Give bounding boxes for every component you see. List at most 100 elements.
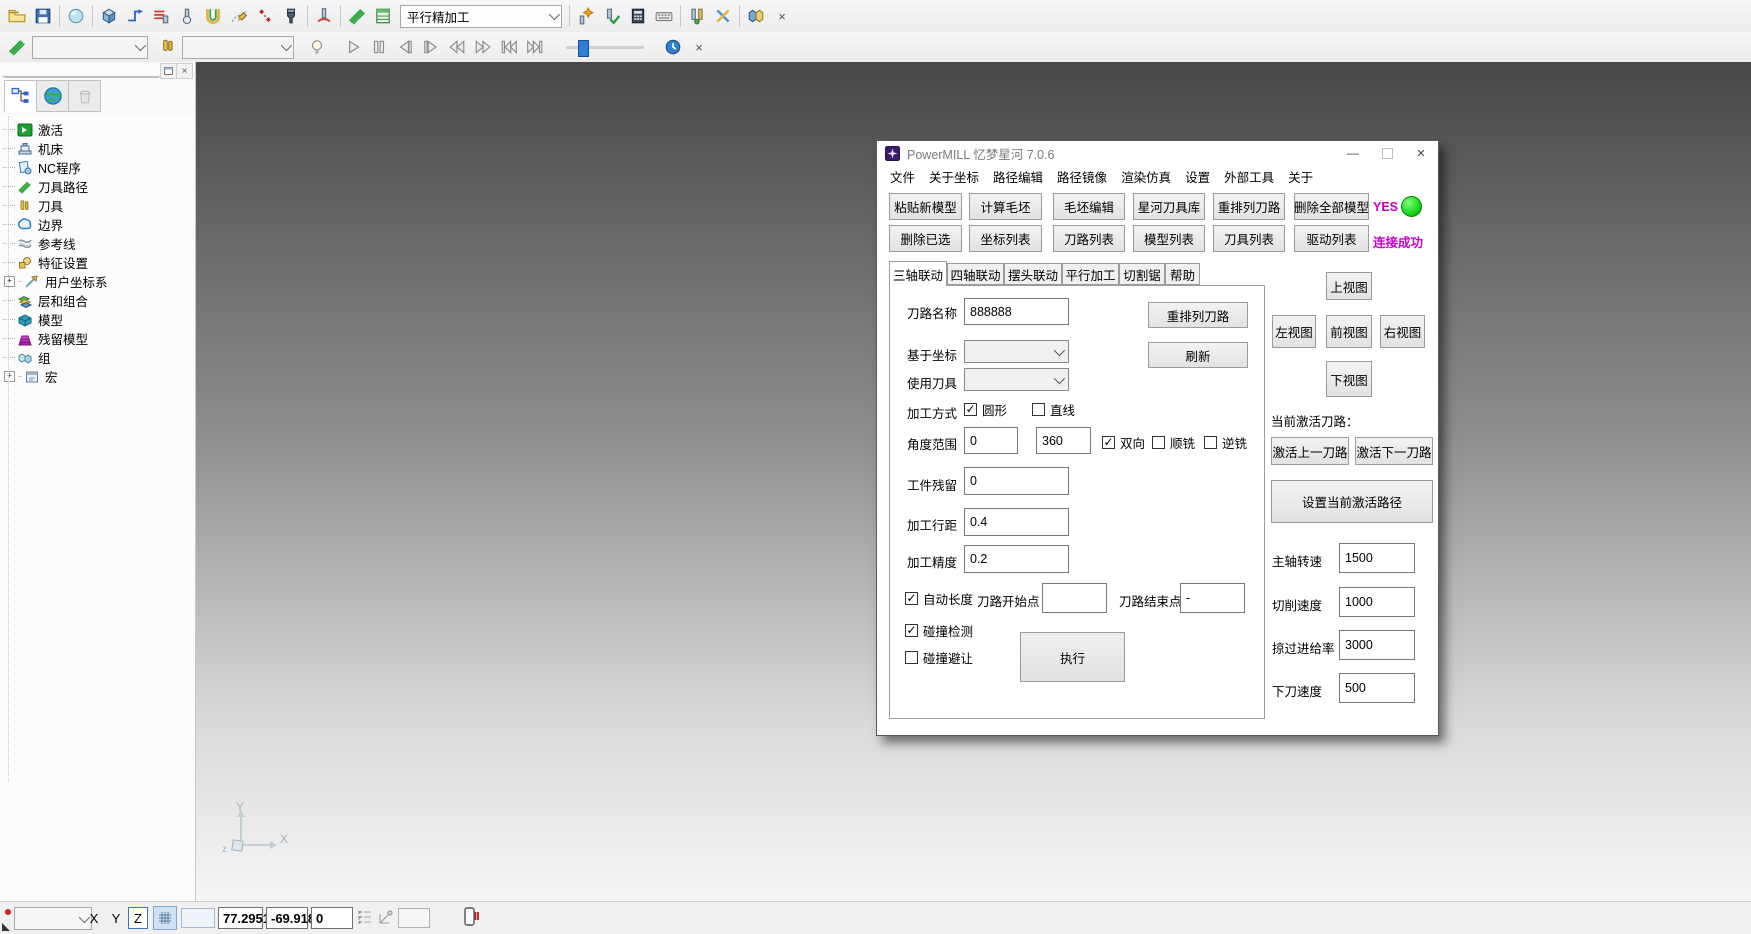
block-cube-icon[interactable] [96, 3, 122, 29]
menu-about-coords[interactable]: 关于坐标 [922, 167, 986, 186]
grid-size-field[interactable] [181, 908, 215, 928]
climb-mill-checkbox[interactable]: 顺铣 [1152, 433, 1195, 452]
tree-item-toolpaths[interactable]: 刀具路径 [0, 177, 195, 196]
tab-4axis[interactable]: 四轴联动 [947, 263, 1004, 285]
angle-to-input[interactable]: 360 [1036, 427, 1091, 454]
step-forward-icon[interactable] [418, 34, 444, 60]
view-front-button[interactable]: 前视图 [1326, 315, 1372, 348]
toolpath-spring-icon[interactable] [344, 3, 370, 29]
toolbar-close-icon[interactable]: × [686, 34, 712, 60]
drive-list-button[interactable]: 驱动列表 [1294, 225, 1369, 252]
step-back-icon[interactable] [392, 34, 418, 60]
tab-saw[interactable]: 切割锯 [1119, 263, 1165, 285]
toolpath-list-button[interactable]: 刀路列表 [1053, 225, 1125, 252]
rewind-icon[interactable] [444, 34, 470, 60]
minimize-button[interactable]: — [1336, 142, 1370, 165]
tree-item-nc-program[interactable]: NC程序 [0, 158, 195, 177]
save-icon[interactable] [30, 3, 56, 29]
coord-list-button[interactable]: 坐标列表 [969, 225, 1042, 252]
crossed-tools-icon[interactable] [710, 3, 736, 29]
menu-settings[interactable]: 设置 [1178, 167, 1217, 186]
boundary-u-icon[interactable] [200, 3, 226, 29]
menu-about[interactable]: 关于 [1281, 167, 1320, 186]
collision-avoid-checkbox[interactable]: 碰撞避让 [905, 648, 973, 667]
calculator-icon[interactable] [625, 3, 651, 29]
axis-y-button[interactable]: Y [106, 907, 126, 929]
menu-render-sim[interactable]: 渲染仿真 [1114, 167, 1178, 186]
device-pause-icon[interactable] [463, 907, 479, 927]
stepover-input[interactable]: 0.4 [964, 508, 1069, 536]
end-point-input[interactable]: - [1180, 583, 1245, 613]
checkbox-box[interactable] [905, 651, 918, 664]
checkbox-box[interactable] [1032, 403, 1045, 416]
collision-tool-icon[interactable] [311, 3, 337, 29]
tree-item-patterns[interactable]: 参考线 [0, 234, 195, 253]
checkbox-box[interactable]: ✓ [1102, 436, 1115, 449]
tab-3axis[interactable]: 三轴联动 [889, 261, 947, 286]
tree-item-models[interactable]: 模型 [0, 310, 195, 329]
dialog-titlebar[interactable]: PowerMILL 忆梦星河 7.0.6 — × [877, 141, 1438, 166]
rearrange-toolpaths-button[interactable]: 重排列刀路 [1213, 193, 1285, 220]
tab-explorer-world[interactable] [36, 80, 69, 112]
base-coord-combobox[interactable] [964, 340, 1069, 363]
toolbar-close-icon[interactable]: × [769, 3, 795, 29]
angle-from-input[interactable]: 0 [964, 427, 1018, 454]
delete-all-models-button[interactable]: 删除全部模型 [1294, 193, 1369, 220]
bidirectional-checkbox[interactable]: ✓ 双向 [1102, 433, 1145, 452]
activate-next-toolpath-button[interactable]: 激活下一刀路 [1355, 437, 1433, 465]
play-icon[interactable] [340, 34, 366, 60]
skip-end-icon[interactable] [522, 34, 548, 60]
start-point-input[interactable] [1042, 583, 1107, 613]
points-diamonds-icon[interactable] [252, 3, 278, 29]
set-active-path-button[interactable]: 设置当前激活路径 [1271, 480, 1433, 523]
axis-x-button[interactable]: X [84, 907, 104, 929]
tree-item-machine[interactable]: 机床 [0, 139, 195, 158]
menu-external-tools[interactable]: 外部工具 [1217, 167, 1281, 186]
tool-check-icon[interactable] [599, 3, 625, 29]
paste-new-model-button[interactable]: 粘贴新模型 [889, 193, 962, 220]
menu-path-edit[interactable]: 路径编辑 [986, 167, 1050, 186]
use-tool-combobox[interactable] [964, 368, 1069, 391]
panel-close-icon[interactable]: × [176, 63, 193, 79]
snap-value-field[interactable] [398, 908, 430, 928]
tree-item-stock-models[interactable]: 残留模型 [0, 329, 195, 348]
model-list-button[interactable]: 模型列表 [1133, 225, 1205, 252]
tab-recycle-bin[interactable] [68, 80, 101, 112]
circle-checkbox[interactable]: ✓ 圆形 [964, 400, 1007, 419]
collision-check-checkbox[interactable]: ✓ 碰撞检测 [905, 621, 973, 640]
open-file-icon[interactable] [4, 3, 30, 29]
tab-swivel-head[interactable]: 摆头联动 [1004, 263, 1062, 285]
strategy-combobox[interactable]: 平行精加工 [400, 5, 562, 28]
axis-z-button[interactable]: Z [128, 907, 148, 929]
compute-stock-button[interactable]: 计算毛坯 [969, 193, 1042, 220]
view-right-button[interactable]: 右视图 [1380, 315, 1425, 348]
clock-icon[interactable] [660, 34, 686, 60]
axis-compass-icon[interactable] [377, 909, 394, 926]
tool-pair-icon[interactable] [684, 3, 710, 29]
pattern-pencil-icon[interactable] [226, 3, 252, 29]
checkbox-box[interactable] [1152, 436, 1165, 449]
conventional-mill-checkbox[interactable]: 逆铣 [1204, 433, 1247, 452]
ball-tool-icon[interactable] [174, 3, 200, 29]
tree-item-levels-sets[interactable]: 层和组合 [0, 291, 195, 310]
close-button[interactable]: × [1404, 142, 1438, 165]
keyboard-icon[interactable] [651, 3, 677, 29]
tool-star-icon[interactable] [573, 3, 599, 29]
menu-file[interactable]: 文件 [883, 167, 922, 186]
tree-item-workplanes[interactable]: + 用户坐标系 [0, 272, 195, 291]
tree-item-feature-sets[interactable]: 特征设置 [0, 253, 195, 272]
levels-lines-icon[interactable] [148, 3, 174, 29]
toolpath-name-input[interactable]: 888888 [964, 298, 1069, 325]
spindle-speed-input[interactable]: 1500 [1339, 543, 1415, 573]
expand-icon[interactable]: + [4, 276, 15, 287]
skim-feed-input[interactable]: 3000 [1339, 630, 1415, 660]
tab-parallel[interactable]: 平行加工 [1062, 263, 1119, 285]
expand-icon[interactable]: + [4, 371, 15, 382]
tree-item-groups[interactable]: 组 [0, 348, 195, 367]
sim-tool-combobox[interactable] [182, 36, 294, 59]
toolpath-spring-icon[interactable] [4, 34, 30, 60]
simulation-speed-slider[interactable] [566, 46, 644, 49]
tool-library-button[interactable]: 星河刀具库 [1133, 193, 1205, 220]
rearrange-button[interactable]: 重排列刀路 [1148, 302, 1248, 328]
toolpath-list-icon[interactable] [370, 3, 396, 29]
